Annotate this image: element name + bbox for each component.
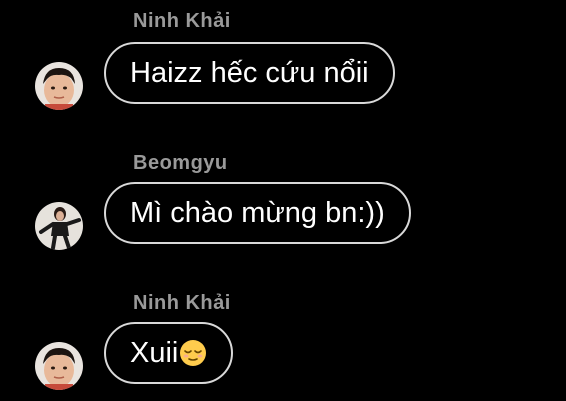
boy-avatar-icon	[35, 342, 83, 390]
message-text: Mì chào mừng bn:))	[130, 196, 385, 229]
avatar[interactable]	[35, 342, 83, 390]
avatar[interactable]	[35, 202, 83, 250]
message-bubble[interactable]: Xuii	[104, 322, 234, 384]
boy-avatar-icon	[35, 62, 83, 110]
relieved-face-emoji-icon	[179, 339, 207, 367]
message-text: Haizz hếc cứu nổii	[130, 56, 369, 89]
dancer-avatar-icon	[35, 202, 83, 250]
avatar[interactable]	[35, 62, 83, 110]
message-bubble[interactable]: Haizz hếc cứu nổii	[104, 42, 395, 104]
chat-thread: Ninh Khải Haizz hếc cứu nổii Beomgyu Mì …	[0, 0, 566, 401]
message-text: Xuii	[130, 336, 179, 369]
message-bubble[interactable]: Mì chào mừng bn:))	[104, 182, 411, 244]
sender-name: Ninh Khải	[133, 10, 231, 32]
sender-name: Beomgyu	[133, 152, 228, 174]
sender-name: Ninh Khải	[133, 292, 231, 314]
